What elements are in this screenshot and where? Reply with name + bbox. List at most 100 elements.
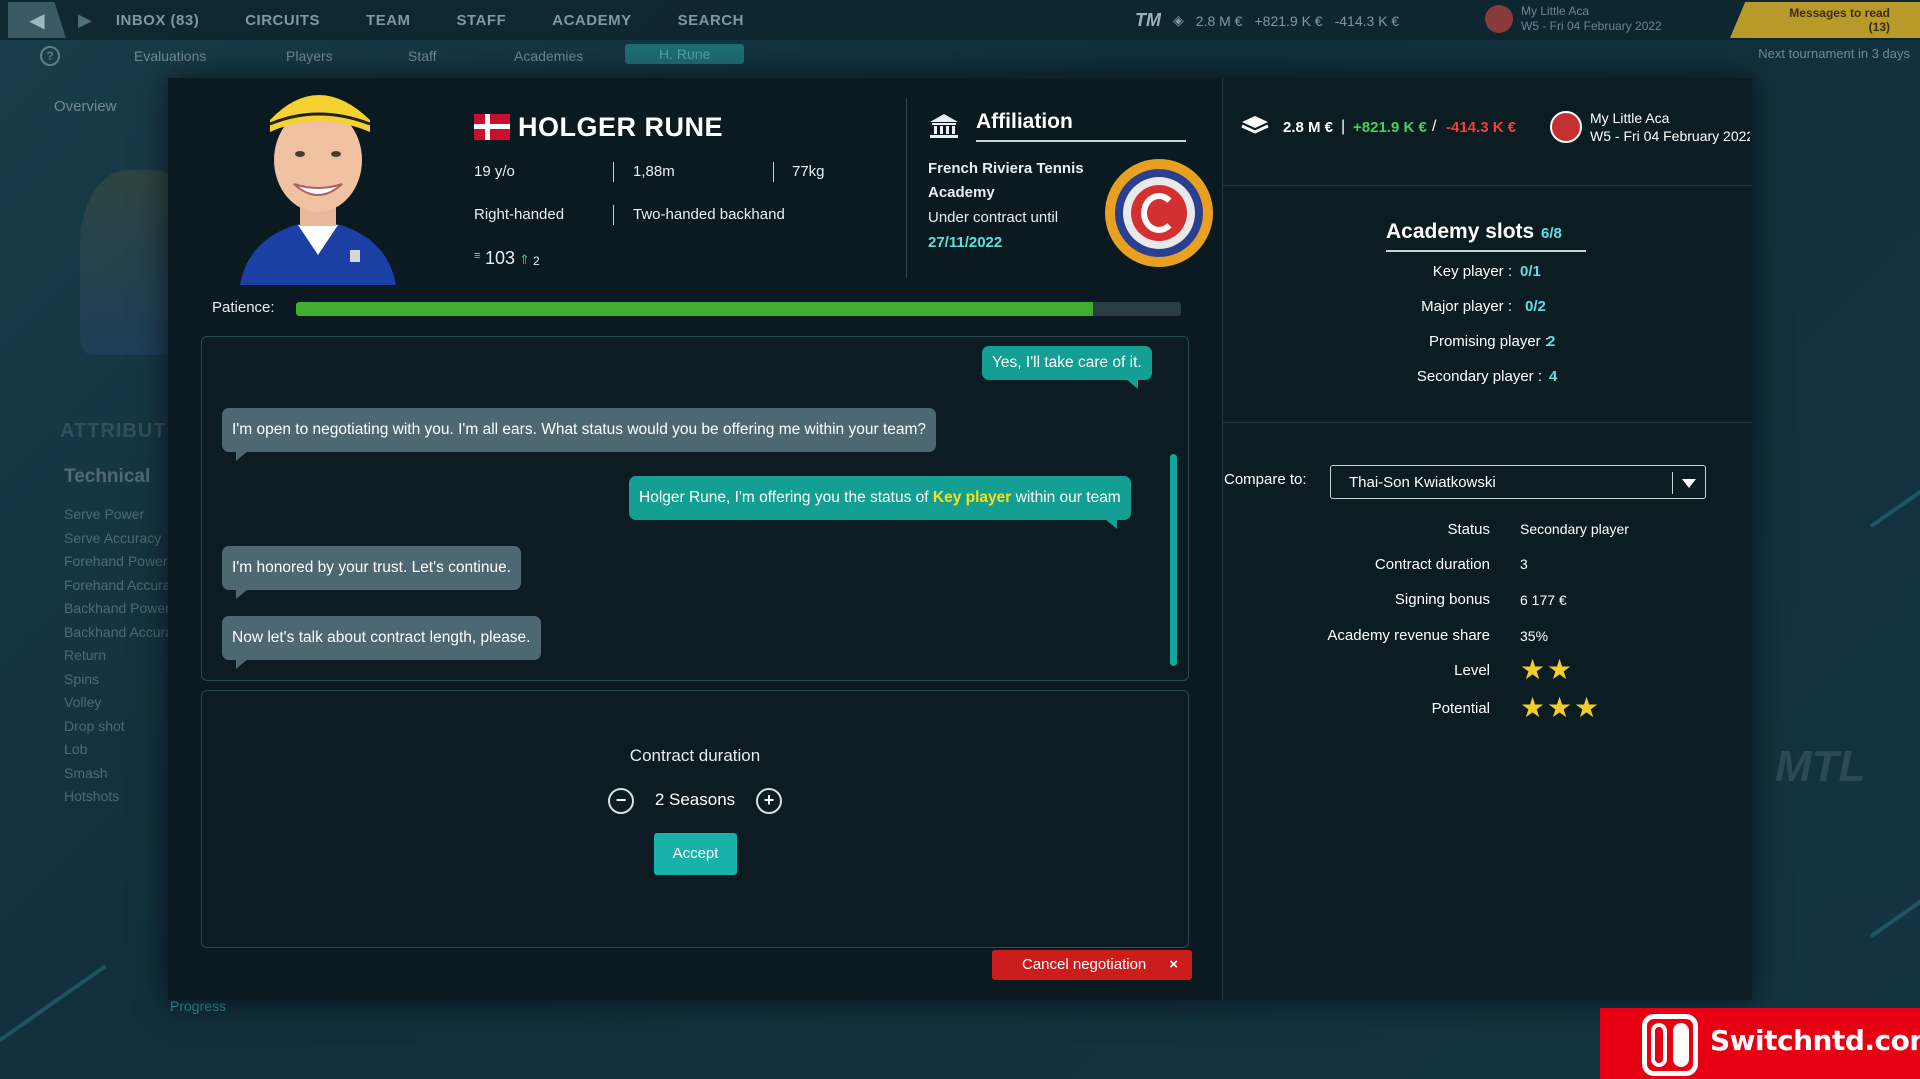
bg-skill: Volley (64, 694, 102, 710)
star-icon: ★ (1547, 654, 1573, 685)
academy-slots-count: 6/8 (1541, 225, 1562, 242)
nav-team[interactable]: TEAM (366, 12, 411, 29)
sub-navigation: ? Evaluations Players Staff Academies H.… (0, 44, 1920, 70)
compare-bonus-value: 6 177 € (1520, 592, 1567, 608)
player-rank: 103 (485, 248, 516, 268)
patience-label: Patience: (212, 299, 275, 316)
divider (1222, 422, 1752, 423)
compare-status-label: Status (1447, 521, 1490, 538)
divider (1222, 185, 1752, 186)
bg-technical-title: Technical (64, 466, 151, 487)
bg-skill: Backhand Power (64, 600, 170, 616)
increase-button[interactable]: + (756, 788, 782, 814)
subnav-staff[interactable]: Staff (408, 48, 437, 64)
rank-change: 2 (533, 254, 540, 268)
nav-staff[interactable]: STAFF (457, 12, 507, 29)
slot-value: 0/2 (1525, 298, 1546, 315)
money-icon (1241, 116, 1269, 134)
accept-button[interactable]: Accept (654, 833, 737, 875)
bg-skill: Serve Accuracy (64, 530, 162, 546)
decor-stripe (0, 964, 107, 1060)
academy-name: My Little Aca (1590, 110, 1670, 126)
forward-arrow-icon[interactable]: ▶ (78, 10, 92, 31)
money-separator: | (1341, 118, 1346, 135)
money-expenses: -414.3 K € (1446, 119, 1517, 136)
close-icon: × (1169, 956, 1178, 973)
compare-level-stars: ★ ★ (1520, 654, 1573, 685)
player-name: HOLGER RUNE (518, 112, 724, 142)
chat-message-player: I'm honored by your trust. Let's continu… (222, 546, 522, 599)
divider (613, 205, 614, 225)
academy-logo-icon (1550, 111, 1582, 143)
subnav-h-rune[interactable]: H. Rune (625, 44, 745, 64)
contract-duration-stepper: − 2 Seasons + (605, 786, 785, 816)
star-icon: ★ (1520, 692, 1546, 723)
top-academy-name: My Little Aca (1521, 4, 1590, 18)
cancel-negotiation-button[interactable]: Cancel negotiation × (992, 950, 1192, 980)
slot-value: 2 (1547, 333, 1556, 350)
bg-skill: Hotshots (64, 788, 120, 804)
nav-circuits[interactable]: CIRCUITS (245, 12, 320, 29)
watermark-text: Switchntd.com (1710, 1024, 1920, 1057)
slot-label: Promising player : (1428, 333, 1549, 350)
player-backhand: Two-handed backhand (633, 206, 785, 223)
compare-bonus-label: Signing bonus (1394, 591, 1490, 608)
bg-skill: Lob (64, 741, 88, 757)
compare-potential-stars: ★ ★ ★ (1520, 692, 1600, 723)
help-icon[interactable]: ? (40, 46, 60, 66)
subnav-evaluations[interactable]: Evaluations (134, 48, 206, 64)
chat-message-user: Yes, I'll take care of it. (982, 346, 1152, 389)
compare-potential-label: Potential (1431, 700, 1490, 717)
decor-stripe (1869, 865, 1920, 939)
top-money-plus: +821.9 K € (1254, 12, 1323, 29)
cancel-negotiation-label: Cancel negotiation (1022, 956, 1147, 973)
divider (613, 162, 614, 182)
subnav-academies[interactable]: Academies (514, 48, 583, 64)
current-date: W5 - Fri 04 February 2022 (1590, 128, 1750, 144)
bg-skill: Forehand Power (64, 553, 168, 569)
nav-inbox[interactable]: INBOX (83) (116, 12, 199, 29)
compare-player-dropdown[interactable]: Thai-Son Kwiatkowski (1330, 465, 1706, 499)
dropdown-divider (1672, 472, 1673, 494)
back-arrow-icon[interactable]: ◀ (8, 2, 66, 38)
top-money-total: 2.8 M € (1195, 12, 1243, 29)
bg-skill: Forehand Accuracy (64, 577, 185, 593)
money-icon: ◈ (1173, 12, 1184, 28)
compare-revenue-value: 35% (1520, 628, 1549, 644)
chat-message-player: I'm open to negotiating with you. I'm al… (222, 408, 937, 461)
chat-scrollbar[interactable] (1170, 454, 1177, 666)
nintendo-switch-logo-icon (1642, 1014, 1698, 1076)
academy-building-icon (930, 114, 958, 138)
player-weight: 77kg (792, 163, 825, 180)
patience-bar (296, 302, 1181, 316)
bg-overview-tab[interactable]: Overview (54, 98, 117, 115)
affiliation-title: Affiliation (976, 110, 1073, 133)
affiliation-contract-date: 27/11/2022 (928, 234, 1003, 251)
divider (773, 162, 774, 182)
nav-academy[interactable]: ACADEMY (552, 12, 631, 29)
bg-progress-label: Progress (170, 998, 227, 1014)
slot-label: Secondary player : (1416, 368, 1542, 385)
compare-player-value: Thai-Son Kwiatkowski (1349, 474, 1496, 491)
nav-search[interactable]: SEARCH (678, 12, 744, 29)
compare-status-value: Secondary player (1520, 521, 1629, 537)
star-icon: ★ (1574, 692, 1600, 723)
messages-to-read-button[interactable]: Messages to read (13) (1730, 2, 1920, 38)
compare-duration-label: Contract duration (1374, 556, 1490, 573)
subnav-players[interactable]: Players (286, 48, 333, 64)
contract-duration-title: Contract duration (629, 746, 761, 765)
slots-underline (1386, 250, 1586, 252)
patience-bar-fill (296, 302, 1093, 316)
rank-up-icon: ⇑ (519, 252, 530, 267)
academy-info-pane (1222, 78, 1752, 1000)
bg-skill: Serve Power (64, 506, 145, 522)
money-income: +821.9 K € (1353, 119, 1427, 136)
money-total: 2.8 M € (1283, 119, 1334, 136)
bg-skill: Smash (64, 765, 108, 781)
chat-message-user: Holger Rune, I'm offering you the status… (629, 476, 1131, 529)
compare-label: Compare to: (1224, 471, 1307, 488)
club-logo-icon (1105, 159, 1213, 267)
affiliation-club-line2: Academy (928, 184, 995, 201)
slot-label: Key player : (1432, 263, 1512, 280)
player-height: 1,88m (633, 163, 675, 180)
